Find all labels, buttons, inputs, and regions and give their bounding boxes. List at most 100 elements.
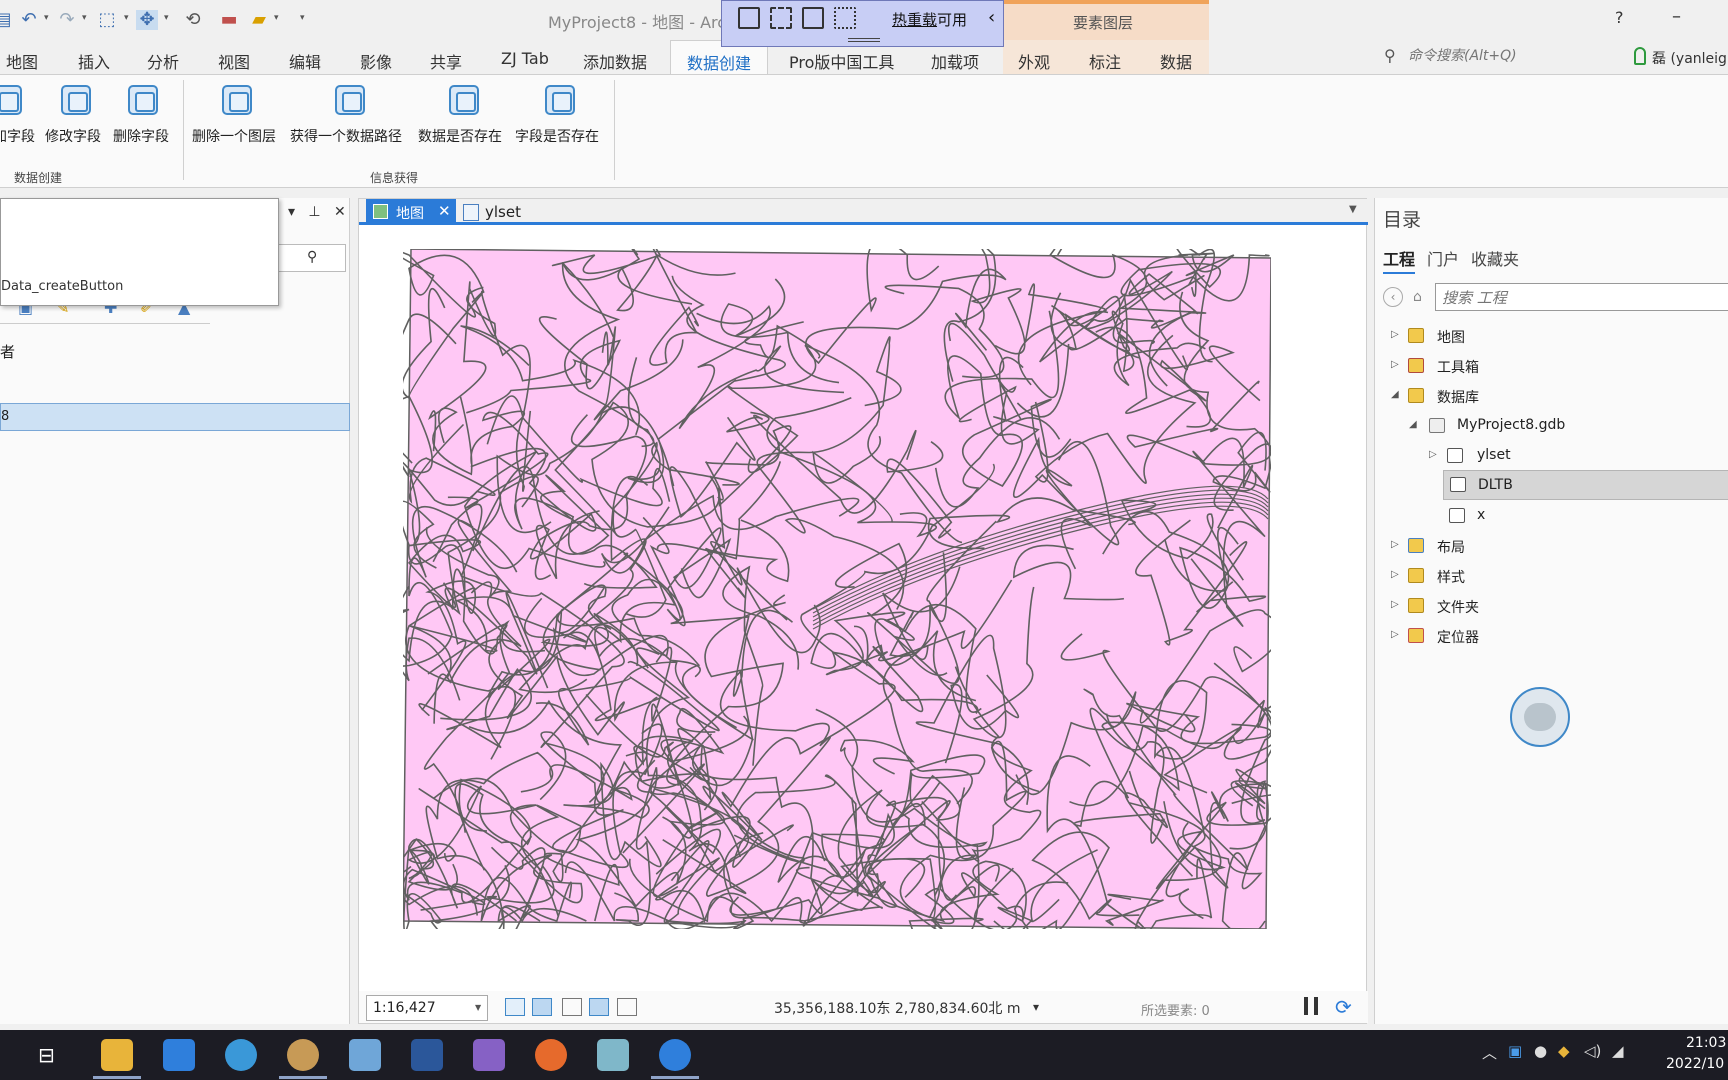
save-icon[interactable]: ▤: [0, 10, 14, 30]
collapse-icon[interactable]: ‹: [988, 7, 995, 28]
constraints-icon[interactable]: [589, 998, 609, 1016]
search-app-icon[interactable]: [225, 1039, 257, 1071]
tree-item-x[interactable]: x: [1375, 503, 1728, 529]
undo-icon[interactable]: ↶: [18, 10, 40, 30]
explore-dropdown-icon[interactable]: ▾: [164, 14, 172, 23]
expand-icon[interactable]: ▷: [1391, 569, 1399, 580]
expand-icon[interactable]: ▷: [1391, 629, 1399, 640]
expand-icon[interactable]: ▷: [1391, 599, 1399, 610]
north-arrow-icon[interactable]: [617, 998, 637, 1016]
hot-reload-apply-icon[interactable]: [738, 7, 760, 29]
tree-item-toolboxes[interactable]: ▷ 工具箱: [1375, 353, 1728, 379]
wifi-icon[interactable]: ◢: [1612, 1042, 1624, 1060]
map-canvas[interactable]: [403, 249, 1271, 929]
pause-drawing-icon[interactable]: [1304, 997, 1318, 1015]
tab-favorites[interactable]: 收藏夹: [1471, 246, 1519, 270]
close-icon[interactable]: ✕: [334, 204, 346, 220]
visual-studio-icon[interactable]: [473, 1039, 505, 1071]
modify-field-button[interactable]: 修改字段: [45, 75, 107, 175]
arcgis-pro-icon[interactable]: [659, 1039, 691, 1071]
redo-dropdown-icon[interactable]: ▾: [82, 14, 90, 23]
add-data-icon[interactable]: ▰: [248, 10, 270, 30]
close-tab-icon[interactable]: ✕: [438, 202, 451, 220]
back-icon[interactable]: ‹: [1383, 287, 1403, 307]
volume-icon[interactable]: ◁): [1584, 1042, 1601, 1060]
get-data-path-button[interactable]: 获得一个数据路径: [290, 75, 410, 175]
drag-handle[interactable]: [848, 38, 880, 42]
user-name[interactable]: 磊 (yanleig: [1652, 48, 1727, 68]
task-view-icon[interactable]: ⊟: [38, 1043, 55, 1067]
collapse-icon[interactable]: ◢: [1409, 419, 1417, 430]
grid-icon[interactable]: [562, 998, 582, 1016]
tree-item-gdb[interactable]: ◢ MyProject8.gdb: [1375, 413, 1728, 439]
refresh-icon[interactable]: ⟳: [1335, 995, 1352, 1019]
clock-time[interactable]: 21:03: [1686, 1035, 1726, 1051]
select-dropdown-icon[interactable]: ▾: [124, 14, 132, 23]
notes-app-icon[interactable]: [597, 1039, 629, 1071]
grid-snap-icon[interactable]: [505, 998, 525, 1016]
track-focus-icon[interactable]: [834, 7, 856, 29]
firefox-icon[interactable]: [535, 1039, 567, 1071]
video-meeting-icon[interactable]: [163, 1039, 195, 1071]
chevron-up-icon[interactable]: ︿: [1482, 1042, 1497, 1063]
expand-icon[interactable]: ▷: [1391, 539, 1399, 550]
tray-app-icon[interactable]: ▣: [1508, 1042, 1522, 1060]
tab-add-data[interactable]: 添加数据: [583, 49, 647, 73]
word-icon[interactable]: [411, 1039, 443, 1071]
history-icon[interactable]: ⟲: [182, 10, 204, 30]
user-icon[interactable]: [1634, 47, 1646, 65]
tab-view[interactable]: 视图: [218, 49, 250, 73]
delete-layer-button[interactable]: 删除一个图层: [192, 75, 284, 175]
delete-field-button[interactable]: 删除字段: [113, 75, 175, 175]
tab-ylset[interactable]: ylset: [485, 203, 521, 221]
hot-reload-status[interactable]: 热重载可用: [892, 9, 967, 30]
undo-dropdown-icon[interactable]: ▾: [44, 14, 52, 23]
tab-map-view[interactable]: 地图 ✕: [366, 199, 456, 225]
file-explorer-icon[interactable]: [101, 1039, 133, 1071]
select-icon[interactable]: ⬚: [96, 10, 118, 30]
contents-search[interactable]: ⚲: [270, 244, 346, 272]
selected-list-item[interactable]: 8: [0, 403, 350, 431]
data-exists-button[interactable]: 数据是否存在: [418, 75, 510, 175]
tab-share[interactable]: 共享: [430, 49, 462, 73]
catalog-search-input[interactable]: [1442, 289, 1712, 307]
tree-item-folders[interactable]: ▷ 文件夹: [1375, 593, 1728, 619]
pin-icon[interactable]: ⊥: [308, 204, 320, 220]
tab-list-dropdown-icon[interactable]: ▼: [1349, 204, 1357, 215]
scale-selector[interactable]: 1:16,427 ▼: [366, 995, 488, 1021]
clock-date[interactable]: 2022/10: [1666, 1056, 1724, 1072]
assistant-avatar-icon[interactable]: [1510, 687, 1570, 747]
expand-icon[interactable]: ▷: [1391, 329, 1399, 340]
catalog-search[interactable]: [1435, 283, 1728, 311]
display-layout-icon[interactable]: [802, 7, 824, 29]
tree-item-dltb[interactable]: DLTB: [1443, 470, 1728, 500]
add-field-button[interactable]: 加字段: [0, 75, 40, 175]
explore-icon[interactable]: ✥: [136, 10, 158, 30]
tree-item-layouts[interactable]: ▷ 布局: [1375, 533, 1728, 559]
tab-analysis[interactable]: 分析: [147, 49, 179, 73]
tree-item-styles[interactable]: ▷ 样式: [1375, 563, 1728, 589]
tab-zj[interactable]: ZJ Tab: [501, 49, 549, 68]
field-exists-button[interactable]: 字段是否存在: [515, 75, 607, 175]
tab-edit[interactable]: 编辑: [289, 49, 321, 73]
pane-options-icon[interactable]: ▾: [288, 204, 295, 220]
document-viewer-icon[interactable]: [349, 1039, 381, 1071]
tab-map[interactable]: 地图: [6, 49, 38, 73]
customize-quick-access-icon[interactable]: ▾: [300, 14, 308, 23]
tree-item-ylset[interactable]: ▷ ylset: [1375, 443, 1728, 469]
messenger-icon[interactable]: ◆: [1558, 1042, 1570, 1060]
tab-portal[interactable]: 门户: [1427, 246, 1459, 270]
help-button[interactable]: ?: [1615, 8, 1624, 27]
coordinate-format-dropdown-icon[interactable]: ▾: [1033, 1000, 1039, 1014]
tree-item-locators[interactable]: ▷ 定位器: [1375, 623, 1728, 649]
expand-icon[interactable]: ▷: [1429, 449, 1437, 460]
tree-item-maps[interactable]: ▷ 地图: [1375, 323, 1728, 349]
redo-icon[interactable]: ↷: [56, 10, 78, 30]
select-element-icon[interactable]: [770, 7, 792, 29]
add-data-dropdown-icon[interactable]: ▾: [274, 14, 282, 23]
collapse-icon[interactable]: ◢: [1391, 389, 1399, 400]
selected-features-count[interactable]: 所选要素: 0: [1141, 1000, 1210, 1019]
toolbox-icon[interactable]: ▬: [218, 10, 240, 30]
minimize-button[interactable]: –: [1672, 6, 1681, 27]
command-search-input[interactable]: [1408, 48, 1608, 64]
